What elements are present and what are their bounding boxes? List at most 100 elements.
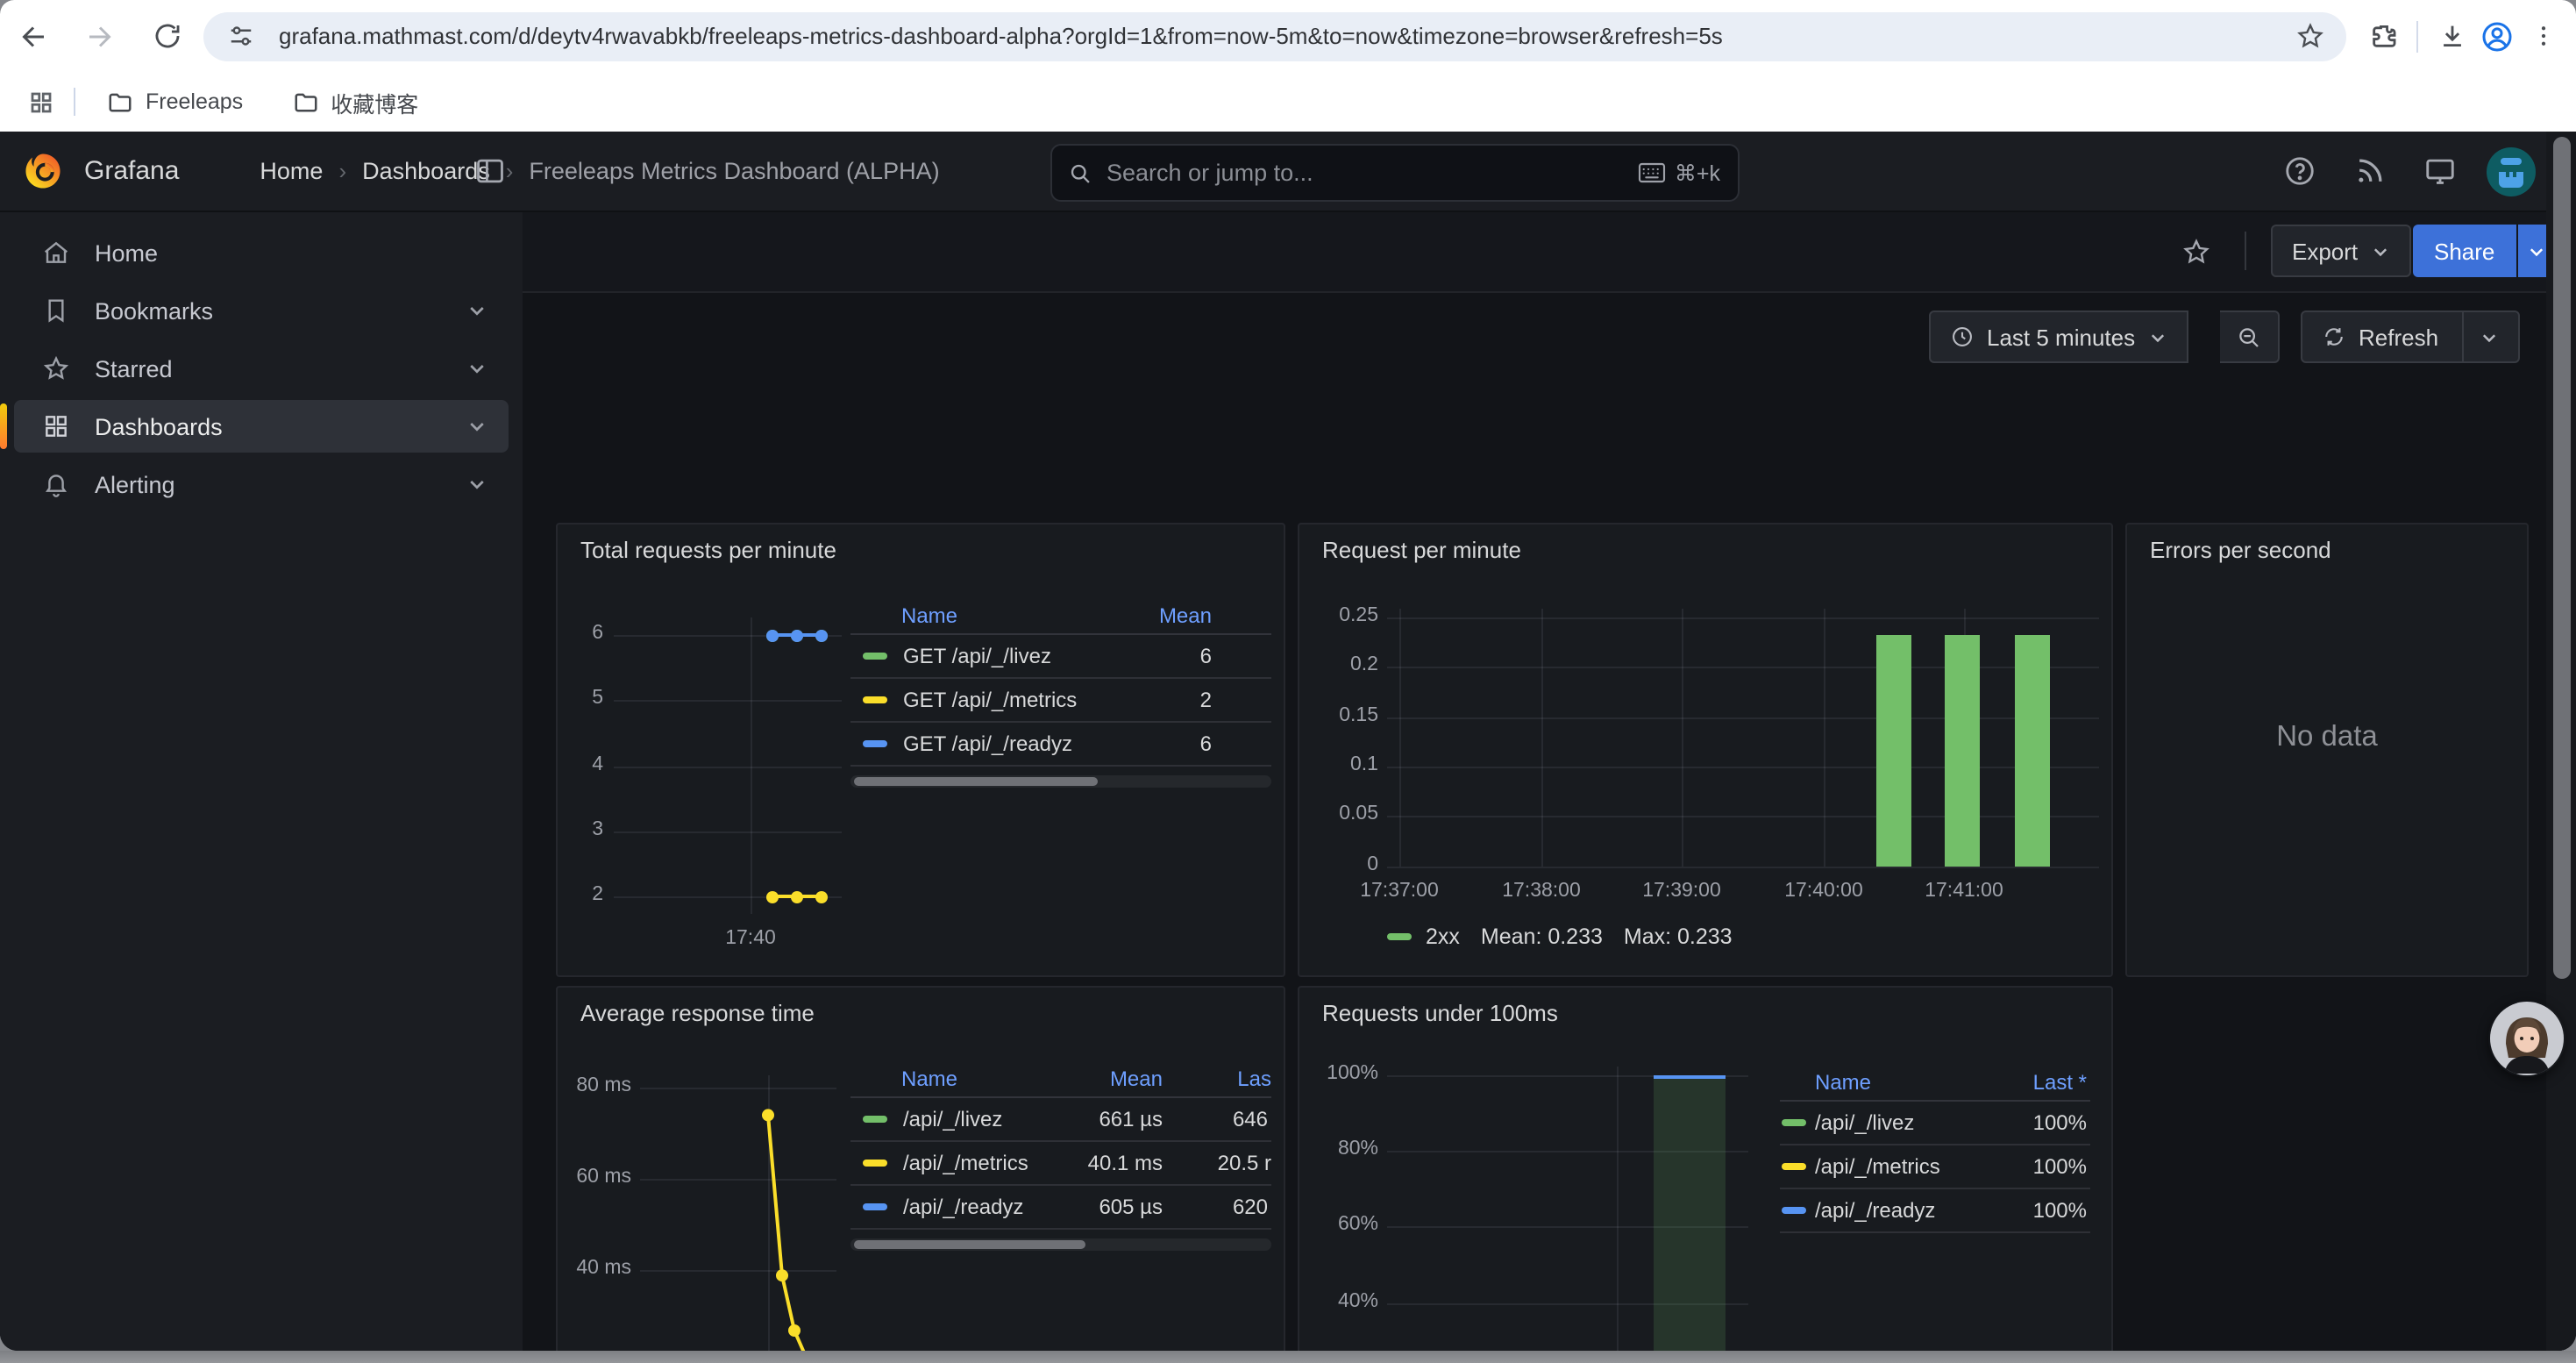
legend-col-name[interactable]: Name: [1815, 1070, 1871, 1095]
no-data-message: No data: [2127, 721, 2527, 754]
apps-grid-icon[interactable]: [18, 79, 63, 125]
cartoon-girl-avatar-icon: [2488, 1000, 2565, 1077]
series-color-pill: [1782, 1119, 1806, 1126]
mega-menu: Home Bookmarks Starred Dashboards: [0, 212, 524, 1351]
chevron-down-icon[interactable]: [466, 416, 487, 437]
series-color-pill: [1782, 1207, 1806, 1214]
floating-assistant-avatar[interactable]: [2488, 1000, 2565, 1077]
legend-col-mean[interactable]: Mean: [1110, 1067, 1163, 1091]
search-input[interactable]: Search or jump to... ⌘+k: [1050, 144, 1740, 202]
bell-icon: [42, 470, 70, 498]
bookmark-folder-blogs[interactable]: 收藏博客: [278, 78, 432, 125]
gridline: [1824, 609, 1825, 867]
series-color-pill: [1782, 1163, 1806, 1170]
legend-col-last[interactable]: Last *: [2033, 1070, 2087, 1095]
user-avatar[interactable]: [2487, 147, 2536, 196]
legend-scrollbar[interactable]: [850, 1238, 1271, 1251]
gridline: [751, 617, 752, 914]
series-point: [765, 890, 778, 903]
panel-request-per-minute[interactable]: Request per minute 0.25 0.2 0.15 0.1 0.0…: [1298, 523, 2113, 977]
forward-button[interactable]: [77, 13, 123, 59]
legend-series-name[interactable]: 2xx: [1426, 924, 1460, 949]
sidebar-item-bookmarks[interactable]: Bookmarks: [14, 284, 509, 337]
response-time-line-chart: [558, 988, 847, 1351]
panel-title[interactable]: Requests under 100ms: [1322, 1000, 1558, 1026]
series-point: [790, 629, 802, 641]
site-settings-icon[interactable]: [217, 13, 263, 59]
grafana-logo[interactable]: [23, 151, 63, 191]
gridline: [1617, 1067, 1619, 1351]
legend-header: Name Last *: [1780, 1065, 2090, 1102]
legend-row[interactable]: /api/_/metrics 40.1 ms 20.5 r: [850, 1142, 1271, 1186]
chevron-down-icon[interactable]: [2479, 327, 2498, 346]
legend-col-name[interactable]: Name: [901, 603, 957, 628]
gridline: [1387, 717, 2099, 719]
chevron-down-icon[interactable]: [466, 300, 487, 321]
series-color-pill: [863, 1203, 887, 1210]
extensions-icon[interactable]: [2360, 13, 2406, 59]
legend-row[interactable]: /api/_/livez 661 µs 646: [850, 1098, 1271, 1142]
legend-row[interactable]: /api/_/readyz 605 µs 620: [850, 1186, 1271, 1230]
bookmark-star-icon[interactable]: [2287, 13, 2332, 59]
y-tick: 80%: [1299, 1138, 1378, 1160]
legend-col-mean[interactable]: Mean: [1159, 603, 1212, 628]
legend-row[interactable]: GET /api/_/metrics 2: [850, 679, 1271, 723]
help-icon[interactable]: [2283, 154, 2316, 188]
series-color-pill: [863, 1116, 887, 1123]
favorite-star-icon[interactable]: [2181, 237, 2211, 267]
bookmark-label: Freeleaps: [146, 89, 243, 114]
legend[interactable]: 2xx Mean: 0.233 Max: 0.233: [1387, 924, 1733, 949]
sidebar-item-dashboards[interactable]: Dashboards: [14, 400, 509, 453]
x-tick: 17:39:00: [1612, 881, 1752, 902]
scrollbar-thumb[interactable]: [2552, 137, 2570, 979]
legend-row[interactable]: /api/_/livez 100%: [1780, 1102, 2090, 1145]
back-button[interactable]: [11, 13, 56, 59]
zoom-out-time-button[interactable]: [2220, 310, 2280, 363]
legend-col-last[interactable]: Las: [1237, 1067, 1271, 1091]
gridline: [614, 831, 842, 833]
panel-requests-under-100ms[interactable]: Requests under 100ms 100% 80% 60% 40% 20…: [1298, 986, 2113, 1351]
reload-button[interactable]: [144, 13, 189, 59]
bookmark-folder-freeleaps[interactable]: Freeleaps: [93, 82, 257, 122]
panel-title[interactable]: Total requests per minute: [580, 537, 836, 563]
sidebar-item-alerting[interactable]: Alerting: [14, 458, 509, 510]
page-scrollbar[interactable]: [2546, 132, 2576, 1351]
legend-row[interactable]: /api/_/metrics 100%: [1780, 1145, 2090, 1189]
y-tick: 0: [1299, 854, 1378, 875]
panel-total-requests-per-minute[interactable]: Total requests per minute 6 5 4 3 2 17:4…: [556, 523, 1285, 977]
panel-average-response-time[interactable]: Average response time 80 ms 60 ms 40 ms …: [556, 986, 1285, 1351]
menu-kebab-icon[interactable]: [2520, 13, 2565, 59]
breadcrumb-separator-icon: ›: [338, 158, 346, 184]
profile-icon[interactable]: [2474, 13, 2520, 59]
legend-scrollbar[interactable]: [850, 775, 1271, 788]
panel-errors-per-second[interactable]: Errors per second No data: [2125, 523, 2529, 977]
export-button[interactable]: Export: [2271, 225, 2410, 277]
sidebar-item-starred[interactable]: Starred: [14, 342, 509, 395]
zoom-out-icon: [2236, 324, 2262, 350]
sidebar-item-label: Bookmarks: [95, 297, 466, 324]
legend-row[interactable]: GET /api/_/readyz 6: [850, 723, 1271, 767]
legend-col-name[interactable]: Name: [901, 1067, 957, 1091]
breadcrumb-home[interactable]: Home: [260, 158, 323, 184]
legend-row[interactable]: GET /api/_/livez 6: [850, 635, 1271, 679]
url-bar[interactable]: grafana.mathmast.com/d/deytv4rwavabkb/fr…: [203, 11, 2346, 61]
share-split-button: Share: [2413, 225, 2556, 277]
chevron-down-icon[interactable]: [466, 358, 487, 379]
time-range-picker[interactable]: Last 5 minutes: [1929, 310, 2188, 363]
share-button[interactable]: Share: [2413, 225, 2516, 277]
news-rss-icon[interactable]: [2353, 154, 2387, 188]
brand-name: Grafana: [84, 156, 179, 186]
sidebar-item-home[interactable]: Home: [14, 226, 509, 279]
x-tick: 17:38:00: [1471, 881, 1612, 902]
breadcrumb-dashboards[interactable]: Dashboards: [362, 158, 490, 184]
chevron-down-icon[interactable]: [466, 474, 487, 495]
monitor-kiosk-icon[interactable]: [2423, 154, 2457, 188]
y-tick: 0.1: [1299, 754, 1378, 775]
legend-row[interactable]: /api/_/readyz 100%: [1780, 1189, 2090, 1233]
panel-title[interactable]: Errors per second: [2150, 537, 2331, 563]
downloads-icon[interactable]: [2429, 13, 2474, 59]
panel-title[interactable]: Request per minute: [1322, 537, 1521, 563]
dock-sidebar-toggle-icon[interactable]: [473, 154, 507, 188]
refresh-button[interactable]: Refresh: [2301, 310, 2519, 363]
chevron-down-icon: [2370, 241, 2389, 260]
